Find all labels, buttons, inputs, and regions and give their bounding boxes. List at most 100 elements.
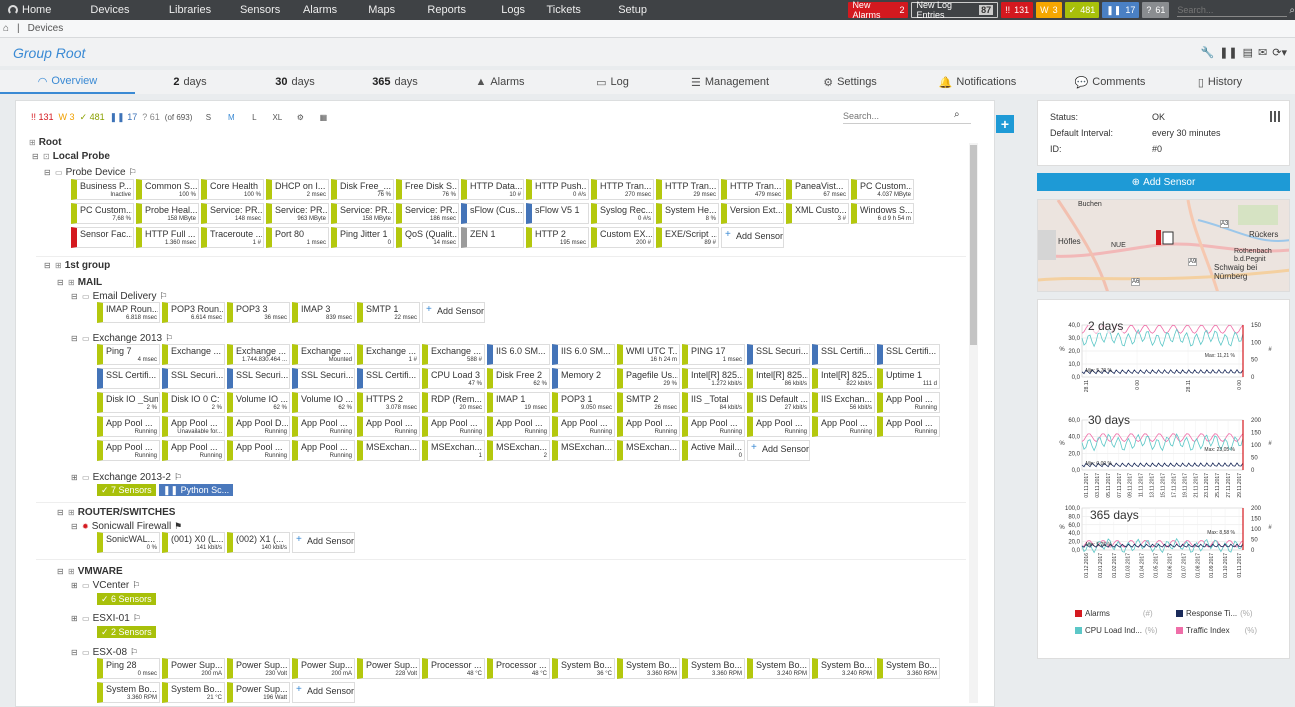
sensor-tile[interactable]: App Pool ... Running — [747, 416, 810, 437]
sensor-tile[interactable]: App Pool ... Unavailable for... — [162, 416, 225, 437]
sensor-tile[interactable]: SonicWAL... 0 % — [97, 532, 160, 553]
tree-search-icon[interactable]: ⌕ — [954, 109, 960, 120]
add-sensor-button[interactable]: + Add Sensor — [292, 532, 355, 553]
sensor-tile[interactable]: Processor ... 48 °C — [487, 658, 550, 679]
size-xl-button[interactable]: XL — [270, 110, 284, 124]
collapse-icon[interactable]: ⊟ — [57, 567, 65, 576]
sensor-tile[interactable]: Custom EX... 200 # — [591, 227, 654, 248]
sensor-tile[interactable]: Service: PR... 148 msec — [201, 203, 264, 224]
sensor-tile[interactable]: System Bo... 36 °C — [552, 658, 615, 679]
size-m-button[interactable]: M — [224, 110, 238, 124]
vcenter-sensor-count[interactable]: ✓ 6 Sensors — [97, 593, 156, 605]
collapse-icon[interactable]: ⊟ — [57, 508, 65, 517]
filter-unknown[interactable]: ? 61 — [142, 112, 160, 122]
map-zoom-control[interactable] — [1038, 230, 1056, 260]
size-s-button[interactable]: S — [201, 110, 215, 124]
down-sensors-badge[interactable]: !! 131 — [1001, 2, 1034, 18]
sensor-tile[interactable]: Traceroute ... 1 # — [201, 227, 264, 248]
filter-down[interactable]: !! 131 — [31, 112, 54, 122]
sensor-tile[interactable]: sFlow (Cus... — [461, 203, 524, 224]
add-sensor-button[interactable]: + Add Sensor — [292, 682, 355, 703]
sensor-tile[interactable]: HTTPS 2 3.078 msec — [357, 392, 420, 413]
sensor-tile[interactable]: App Pool ... Running — [877, 416, 940, 437]
tab-2-days[interactable]: 2 days — [135, 70, 245, 94]
sensor-tile[interactable]: System He... 8 % — [656, 203, 719, 224]
sensor-tile[interactable]: MSExchan... — [617, 440, 680, 461]
sensor-tile[interactable]: App Pool ... Running — [812, 416, 875, 437]
grid-view-icon[interactable]: ▦ — [316, 110, 330, 124]
sensor-tile[interactable]: App Pool ... Running — [162, 440, 225, 461]
tab-log[interactable]: ▭ Log — [555, 70, 670, 94]
sensor-tile[interactable]: System Bo... 3.360 RPM — [877, 658, 940, 679]
sensor-tile[interactable]: XML Custo... 3 # — [786, 203, 849, 224]
sensor-tile[interactable]: App Pool ... Running — [617, 416, 680, 437]
sensor-tile[interactable]: Intel[R] 825... 86 kbit/s — [747, 368, 810, 389]
sensor-tile[interactable]: SSL Certifi... — [877, 344, 940, 365]
sensor-tile[interactable]: App Pool ... Running — [877, 392, 940, 413]
sensor-tile[interactable]: SSL Securi... — [747, 344, 810, 365]
tree-settings-gear-icon[interactable]: ⚙ — [293, 110, 307, 124]
flag-filled-icon[interactable]: ⚑ — [174, 521, 182, 532]
sensor-tile[interactable]: Memory 2 — [552, 368, 615, 389]
add-sensor-button[interactable]: + Add Sensor — [721, 227, 784, 248]
paused-sensors-badge[interactable]: ❚❚ 17 — [1102, 2, 1140, 18]
sensor-tile[interactable]: HTTP Tran... 270 msec — [591, 179, 654, 200]
sensor-tile[interactable]: IMAP 1 19 msec — [487, 392, 550, 413]
exchange-2013-2-sensor-count[interactable]: ✓ 7 Sensors — [97, 484, 156, 496]
sensor-tile[interactable]: SSL Securi... — [292, 368, 355, 389]
filter-warning[interactable]: W 3 — [59, 112, 75, 122]
sensor-tile[interactable]: Service: PR... 158 MByte — [331, 203, 394, 224]
sensor-tile[interactable]: PC Custom... 4.037 MByte — [851, 179, 914, 200]
sensor-tile[interactable]: CPU Load 3 47 % — [422, 368, 485, 389]
tab-comments[interactable]: 💬 Comments — [1045, 70, 1175, 94]
sensor-tile[interactable]: Business P... Inactive — [71, 179, 134, 200]
sensor-tile[interactable]: App Pool ... Running — [357, 416, 420, 437]
tree-probe-device[interactable]: ⊟ ▭ Probe Device ⚐ — [44, 167, 137, 178]
flag-icon[interactable]: ⚐ — [159, 291, 167, 302]
sensor-tile[interactable]: Disk Free 2 62 % — [487, 368, 550, 389]
sensor-tile[interactable]: App Pool ... Running — [97, 440, 160, 461]
up-sensors-badge[interactable]: ✓ 481 — [1064, 2, 1100, 18]
tab-overview[interactable]: ◠ Overview — [0, 70, 135, 94]
sensor-tile[interactable]: Core Health 100 % — [201, 179, 264, 200]
sensor-tile[interactable]: MSExchan... — [357, 440, 420, 461]
sensor-tile[interactable]: Free Disk S... 76 % — [396, 179, 459, 200]
sensor-tile[interactable]: PaneaVist... 67 msec — [786, 179, 849, 200]
legend-cpu-load[interactable]: CPU Load Ind... (%) — [1075, 626, 1157, 635]
legend-response-time[interactable]: Response Ti... (%) — [1176, 609, 1253, 618]
sensor-tile[interactable]: Disk IO _Sum 2 % — [97, 392, 160, 413]
sensor-tile[interactable]: MSExchan... — [552, 440, 615, 461]
warning-sensors-badge[interactable]: W3 — [1036, 2, 1062, 18]
sensor-tile[interactable]: HTTP Data... 10 # — [461, 179, 524, 200]
sensor-tile[interactable]: Volume IO ... 62 % — [227, 392, 290, 413]
sensor-tile[interactable]: App Pool ... Running — [227, 440, 290, 461]
sensor-tile[interactable]: Exchange ... 1.744.830.464 ... — [227, 344, 290, 365]
sensor-tile[interactable]: System Bo... 3.360 RPM — [97, 682, 160, 703]
sensor-tile[interactable]: SMTP 1 22 msec — [357, 302, 420, 323]
tree-router-switches[interactable]: ⊟ ⊞ ROUTER/SWITCHES — [57, 507, 175, 518]
sensor-tile[interactable]: IIS _Total 84 kbit/s — [682, 392, 745, 413]
sensor-tile[interactable]: Version Ext... — [721, 203, 784, 224]
sensor-tile[interactable]: IMAP 3 839 msec — [292, 302, 355, 323]
sensor-tile[interactable]: POP3 Roun... 6.614 msec — [162, 302, 225, 323]
sensor-tile[interactable]: HTTP Push... 0 #/s — [526, 179, 589, 200]
sensor-tile[interactable]: App Pool ... Running — [487, 416, 550, 437]
sensor-tile[interactable]: SSL Certifi... — [357, 368, 420, 389]
expand-icon[interactable]: ⊞ — [71, 581, 79, 590]
collapse-icon[interactable]: ⊟ — [44, 168, 52, 177]
tab-alarms[interactable]: ▲ Alarms — [445, 70, 555, 94]
nav-alarms[interactable]: Alarms — [276, 4, 364, 16]
flag-icon[interactable]: ⚐ — [165, 333, 173, 344]
legend-traffic-index[interactable]: Traffic Index (%) — [1176, 626, 1257, 635]
tree-1st-group[interactable]: ⊟ ⊞ 1st group — [44, 260, 110, 271]
size-l-button[interactable]: L — [247, 110, 261, 124]
sensor-tile[interactable]: DHCP on I... 2 msec — [266, 179, 329, 200]
sensor-tile[interactable]: Exchange ... 1 # — [357, 344, 420, 365]
sensor-tile[interactable]: Power Sup... 196 Watt — [227, 682, 290, 703]
sensor-tile[interactable]: Exchange ... Mounted — [292, 344, 355, 365]
sensor-tile[interactable]: POP3 1 9.050 msec — [552, 392, 615, 413]
refresh-icon[interactable]: ⟳▾ — [1272, 46, 1287, 59]
sensor-tile[interactable]: App Pool ... Running — [292, 416, 355, 437]
sensor-tile[interactable]: RDP (Rem... 20 msec — [422, 392, 485, 413]
sensor-tile[interactable]: Probe Heal... 158 MByte — [136, 203, 199, 224]
